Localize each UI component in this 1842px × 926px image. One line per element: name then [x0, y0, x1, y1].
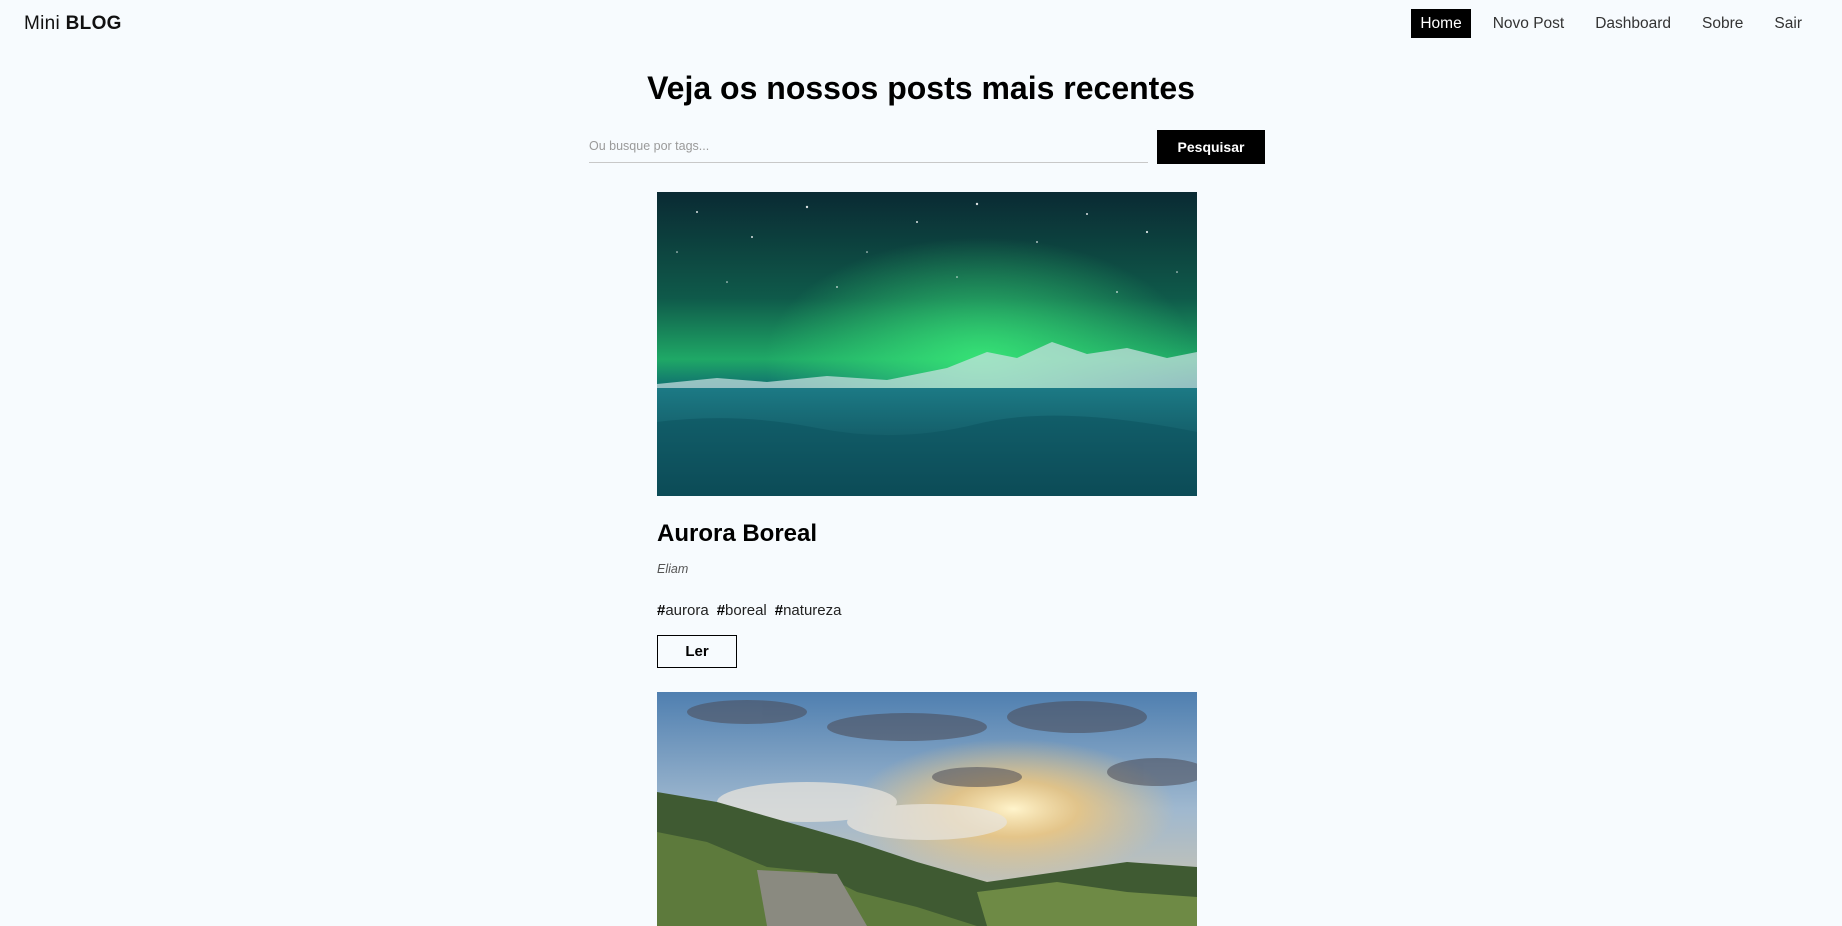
brand-logo[interactable]: Mini BLOG: [24, 13, 122, 35]
post-image-aurora[interactable]: [657, 192, 1197, 496]
post-title: Aurora Boreal: [657, 520, 818, 547]
brand-bold: BLOG: [65, 13, 122, 34]
search-button[interactable]: Pesquisar: [1157, 130, 1265, 164]
read-button[interactable]: Ler: [657, 635, 737, 668]
nav-link-dashboard[interactable]: Dashboard: [1586, 9, 1680, 38]
search-input[interactable]: [589, 130, 1148, 163]
nav-link-sair[interactable]: Sair: [1765, 9, 1811, 38]
brand-light: Mini: [24, 13, 61, 34]
tag-boreal: boreal: [717, 602, 767, 619]
nav-link-novo-post[interactable]: Novo Post: [1484, 9, 1574, 38]
navbar: Mini BLOG Home Novo Post Dashboard Sobre…: [0, 0, 1842, 48]
search-form: Pesquisar: [589, 130, 1265, 164]
tag-natureza: natureza: [775, 602, 841, 619]
nav-link-home[interactable]: Home: [1411, 9, 1471, 38]
post-author: Eliam: [657, 562, 689, 576]
tag-aurora: aurora: [657, 602, 708, 619]
post-image-landscape[interactable]: [657, 692, 1197, 926]
post-card: Aurora Boreal Eliam aurora boreal nature…: [657, 192, 1197, 668]
nav-links: Home Novo Post Dashboard Sobre Sair: [1411, 9, 1811, 38]
nav-link-sobre[interactable]: Sobre: [1693, 9, 1752, 38]
post-card: [657, 692, 1197, 926]
post-tags: aurora boreal natureza: [657, 602, 1197, 619]
page-title: Veja os nossos posts mais recentes: [647, 70, 1195, 106]
